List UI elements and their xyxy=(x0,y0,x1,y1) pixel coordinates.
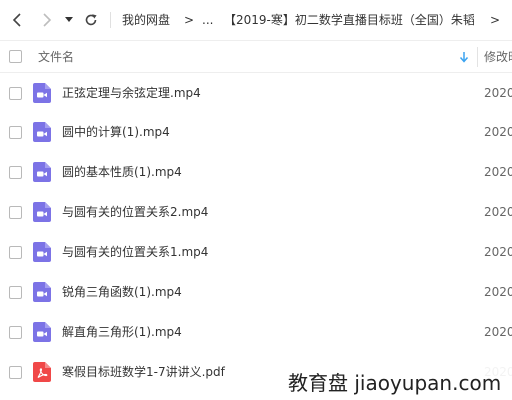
row-checkbox[interactable] xyxy=(9,166,22,179)
chevron-right-icon xyxy=(43,13,52,27)
file-list-header: 文件名 修改时 xyxy=(0,40,512,73)
file-row[interactable]: 与圆有关的位置关系2.mp4 2020 xyxy=(0,192,512,232)
video-file-icon xyxy=(33,322,51,342)
file-name[interactable]: 解直角三角形(1).mp4 xyxy=(62,324,182,340)
video-file-icon xyxy=(33,202,51,222)
file-row[interactable]: 圆的基本性质(1).mp4 2020 xyxy=(0,152,512,192)
breadcrumb-ellipsis[interactable]: ... xyxy=(202,12,213,28)
refresh-icon xyxy=(85,14,97,26)
file-modified-date: 2020 xyxy=(484,125,512,139)
row-checkbox[interactable] xyxy=(9,366,22,379)
history-dropdown-button[interactable] xyxy=(60,8,78,32)
file-name[interactable]: 与圆有关的位置关系2.mp4 xyxy=(62,204,208,220)
forward-button[interactable] xyxy=(34,8,58,32)
video-file-icon xyxy=(33,282,51,302)
row-checkbox[interactable] xyxy=(9,206,22,219)
chevron-left-icon xyxy=(12,13,21,27)
column-header-name[interactable]: 文件名 xyxy=(38,49,74,65)
caret-down-icon xyxy=(65,17,73,22)
file-row[interactable]: 与圆有关的位置关系1.mp4 2020 xyxy=(0,232,512,272)
back-button[interactable] xyxy=(6,8,30,32)
file-row[interactable]: 锐角三角函数(1).mp4 2020 xyxy=(0,272,512,312)
row-checkbox[interactable] xyxy=(9,326,22,339)
column-divider[interactable] xyxy=(477,47,478,67)
toolbar-divider xyxy=(110,12,111,28)
refresh-button[interactable] xyxy=(79,8,103,32)
video-file-icon xyxy=(33,83,51,103)
row-checkbox[interactable] xyxy=(9,87,22,100)
breadcrumb-separator: > xyxy=(184,13,195,27)
file-modified-date: 2020 xyxy=(484,86,512,100)
file-row[interactable]: 解直角三角形(1).mp4 2020 xyxy=(0,312,512,352)
breadcrumb-current-folder[interactable]: 【2019-寒】初二数学直播目标班（全国）朱韬 xyxy=(224,12,475,28)
breadcrumb-my-drive[interactable]: 我的网盘 xyxy=(122,12,170,28)
breadcrumb-separator: > xyxy=(490,13,501,27)
file-name[interactable]: 寒假目标班数学1-7讲讲义.pdf xyxy=(62,364,225,380)
watermark-text: 教育盘 jiaoyupan.com xyxy=(284,366,512,400)
file-row[interactable]: 正弦定理与余弦定理.mp4 2020 xyxy=(0,73,512,113)
row-checkbox[interactable] xyxy=(9,246,22,259)
file-name[interactable]: 圆中的计算(1).mp4 xyxy=(62,124,170,140)
file-modified-date: 2020 xyxy=(484,285,512,299)
file-row[interactable]: 圆中的计算(1).mp4 2020 xyxy=(0,112,512,152)
sort-arrow-down-icon[interactable] xyxy=(459,51,469,63)
video-file-icon xyxy=(33,242,51,262)
file-modified-date: 2020 xyxy=(484,325,512,339)
select-all-checkbox[interactable] xyxy=(9,50,22,63)
video-file-icon xyxy=(33,122,51,142)
toolbar: 我的网盘 > ... 【2019-寒】初二数学直播目标班（全国）朱韬 > xyxy=(0,0,512,40)
file-name[interactable]: 正弦定理与余弦定理.mp4 xyxy=(62,85,201,101)
video-file-icon xyxy=(33,162,51,182)
pdf-file-icon xyxy=(33,362,51,382)
column-header-modified[interactable]: 修改时 xyxy=(484,49,512,65)
file-modified-date: 2020 xyxy=(484,165,512,179)
file-modified-date: 2020 xyxy=(484,245,512,259)
file-name[interactable]: 与圆有关的位置关系1.mp4 xyxy=(62,244,208,260)
row-checkbox[interactable] xyxy=(9,286,22,299)
file-name[interactable]: 锐角三角函数(1).mp4 xyxy=(62,284,182,300)
row-checkbox[interactable] xyxy=(9,126,22,139)
file-name[interactable]: 圆的基本性质(1).mp4 xyxy=(62,164,182,180)
file-modified-date: 2020 xyxy=(484,205,512,219)
